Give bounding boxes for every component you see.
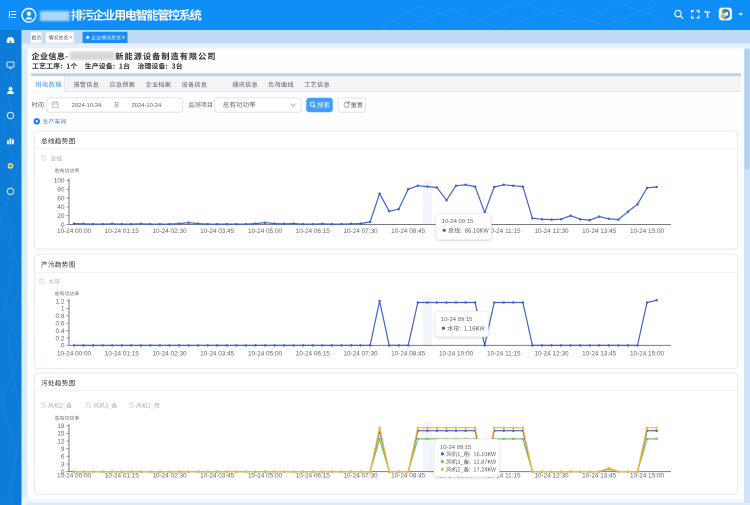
- svg-text:10-24 00:00: 10-24 00:00: [57, 228, 92, 235]
- svg-text:10-24 10:00: 10-24 10:00: [439, 350, 474, 357]
- svg-text:10-24 01:15: 10-24 01:15: [105, 473, 140, 480]
- svg-text:10-24 00:00: 10-24 00:00: [57, 350, 92, 357]
- svg-text:3: 3: [61, 461, 65, 468]
- svg-text:10-24 05:00: 10-24 05:00: [248, 473, 283, 480]
- svg-text:15: 15: [57, 431, 65, 438]
- svg-text:10-24 02:30: 10-24 02:30: [152, 228, 187, 235]
- svg-text:1.2: 1.2: [55, 298, 64, 305]
- svg-text:10-24 01:15: 10-24 01:15: [105, 228, 140, 235]
- svg-text:10-24 05:00: 10-24 05:00: [248, 350, 283, 357]
- svg-text:10-24 09:15: 10-24 09:15: [442, 219, 474, 225]
- svg-text:10-24 03:45: 10-24 03:45: [200, 350, 235, 357]
- svg-text:10-24 02:30: 10-24 02:30: [152, 350, 187, 357]
- svg-text:6: 6: [61, 454, 65, 461]
- svg-text:20: 20: [57, 213, 65, 220]
- svg-text:10-24 08:45: 10-24 08:45: [391, 473, 426, 480]
- svg-text:10-24 13:45: 10-24 13:45: [582, 473, 617, 480]
- svg-text:12: 12: [57, 438, 65, 445]
- svg-text:2024-10-24: 2024-10-24: [72, 103, 102, 109]
- svg-text:60: 60: [57, 195, 65, 202]
- svg-text:10-24 13:45: 10-24 13:45: [582, 350, 617, 357]
- svg-text:1: 1: [61, 306, 65, 313]
- svg-text:10-24 08:45: 10-24 08:45: [391, 350, 426, 357]
- svg-text:10-24 06:15: 10-24 06:15: [296, 350, 331, 357]
- svg-text:10-24 07:30: 10-24 07:30: [343, 473, 378, 480]
- svg-text:10-24 06:15: 10-24 06:15: [296, 228, 331, 235]
- svg-text:10-24 12:30: 10-24 12:30: [534, 350, 569, 357]
- svg-text:10-24 15:00: 10-24 15:00: [630, 228, 665, 235]
- svg-text:0: 0: [61, 343, 65, 350]
- svg-text:18: 18: [57, 423, 65, 430]
- svg-text:10-24 13:45: 10-24 13:45: [582, 228, 617, 235]
- svg-text:10-24 00:00: 10-24 00:00: [57, 473, 92, 480]
- svg-text:10-24 11:15: 10-24 11:15: [487, 350, 521, 357]
- svg-text:40: 40: [57, 204, 65, 211]
- svg-text:0.6: 0.6: [55, 321, 64, 328]
- svg-text:10-24 03:45: 10-24 03:45: [200, 473, 235, 480]
- svg-text:10-24 06:15: 10-24 06:15: [296, 473, 331, 480]
- svg-text:80: 80: [57, 187, 65, 194]
- svg-text:10-24 05:00: 10-24 05:00: [248, 228, 283, 235]
- svg-text:10-24 03:45: 10-24 03:45: [200, 228, 235, 235]
- svg-text:10-24 11:15: 10-24 11:15: [487, 228, 521, 235]
- svg-text:10-24 12:30: 10-24 12:30: [534, 228, 569, 235]
- svg-text:10-24 12:30: 10-24 12:30: [534, 473, 569, 480]
- svg-text:10-24 09:15: 10-24 09:15: [441, 317, 473, 323]
- svg-text:10-24 02:30: 10-24 02:30: [152, 473, 187, 480]
- svg-text:10-24 15:00: 10-24 15:00: [630, 473, 665, 480]
- svg-text:0.4: 0.4: [55, 328, 64, 335]
- svg-text:100: 100: [54, 178, 65, 185]
- svg-text:10-24 01:15: 10-24 01:15: [105, 350, 140, 357]
- svg-text:10-24 07:30: 10-24 07:30: [343, 350, 378, 357]
- svg-text:0.8: 0.8: [55, 313, 64, 320]
- svg-text:9: 9: [61, 446, 65, 453]
- svg-text:0.2: 0.2: [55, 335, 64, 342]
- svg-text:10-24 08:45: 10-24 08:45: [391, 228, 426, 235]
- svg-text:10-24 09:15: 10-24 09:15: [440, 445, 472, 451]
- svg-text:10-24 15:00: 10-24 15:00: [630, 350, 665, 357]
- svg-text:2024-10-24: 2024-10-24: [132, 103, 162, 109]
- svg-text:10-24 07:30: 10-24 07:30: [343, 228, 378, 235]
